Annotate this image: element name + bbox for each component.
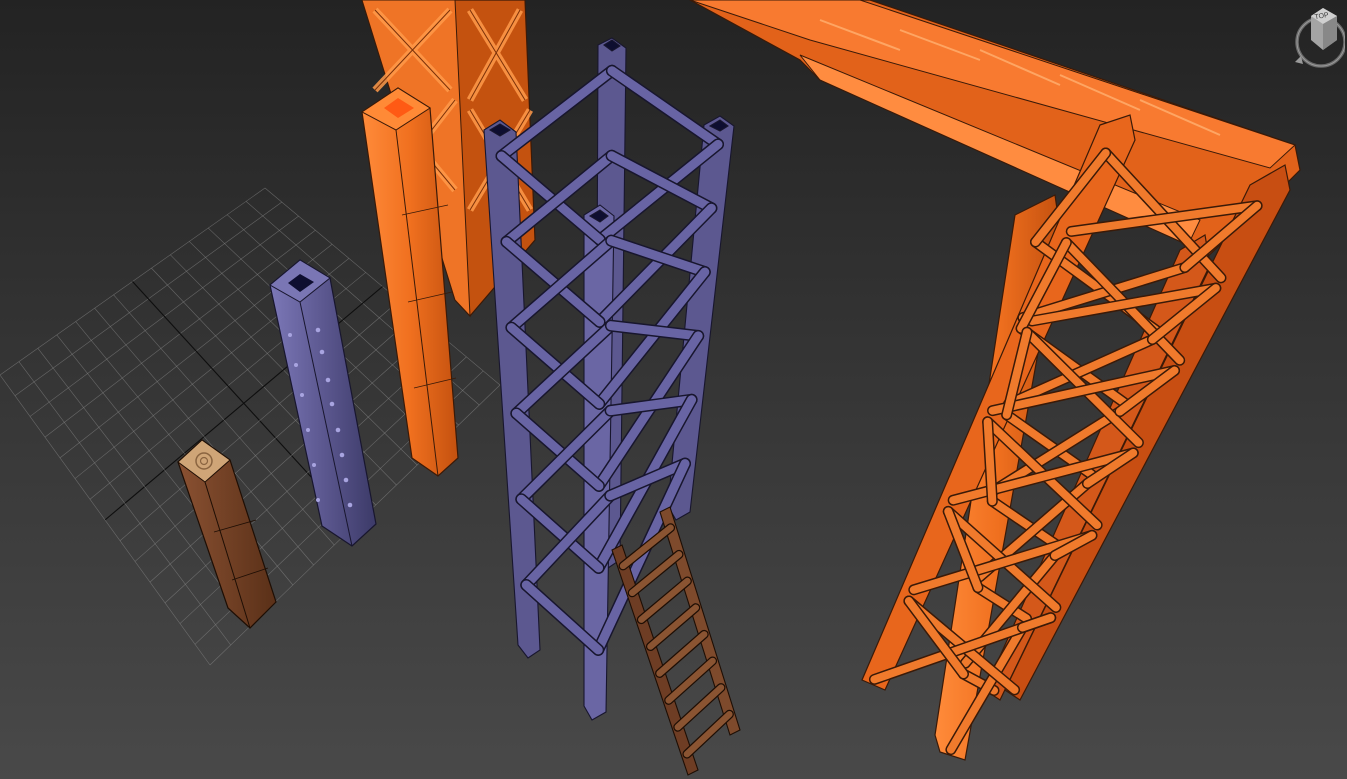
viewcube-icon[interactable]: TOP (1289, 6, 1345, 68)
truss-brace (983, 417, 997, 506)
3d-viewport[interactable]: TOP (0, 0, 1347, 779)
scene-canvas[interactable] (0, 0, 1347, 779)
